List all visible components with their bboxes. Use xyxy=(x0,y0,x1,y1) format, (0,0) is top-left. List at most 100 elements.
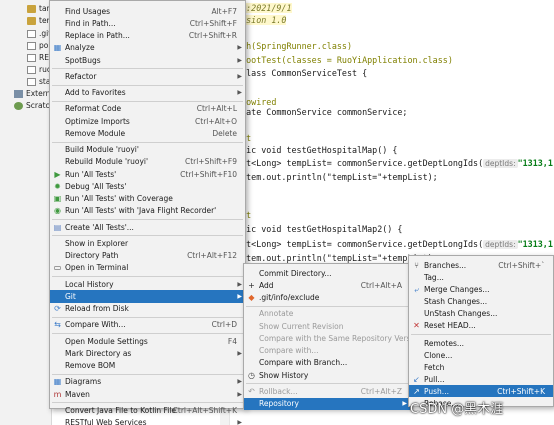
menu-item-run-all-tests-with-java-flight-recorder[interactable]: ◉ Run 'All Tests' with 'Java Flight Recor… xyxy=(50,205,245,217)
pull-icon: ↙ xyxy=(413,374,420,384)
menu-item-show-history[interactable]: ◷ Show History xyxy=(244,369,410,381)
menu-item-refactor[interactable]: Refactor ▶ xyxy=(50,70,245,82)
menu-item-find-in-path[interactable]: Find in Path... Ctrl+Shift+F xyxy=(50,17,245,29)
menu-item-open-module-settings[interactable]: Open Module Settings F4 xyxy=(50,335,245,347)
menu-item-rollback[interactable]: ↶ Rollback... Ctrl+Alt+Z xyxy=(244,385,410,397)
file-icon xyxy=(27,77,36,86)
menu-item-label: Run 'All Tests' xyxy=(65,169,117,179)
menu-item-optimize-imports[interactable]: Optimize Imports Ctrl+Alt+O xyxy=(50,115,245,127)
menu-item-compare-with-branch[interactable]: Compare with Branch... xyxy=(244,357,410,369)
menu-item-push[interactable]: ↗ Push... Ctrl+Shift+K xyxy=(409,385,553,398)
menu-item-compare-with[interactable]: Compare with... xyxy=(244,345,410,357)
menu-item-directory-path[interactable]: Directory Path Ctrl+Alt+F12 xyxy=(50,250,245,262)
menu-item-label: Compare With... xyxy=(65,320,126,330)
menu-item-repository[interactable]: Repository ▶ xyxy=(244,397,410,410)
code-text: ublic void testGetHospitalMap2() { xyxy=(231,224,403,234)
menu-item-label: Run 'All Tests' with 'Java Flight Record… xyxy=(65,206,217,216)
menu-item-shortcut: Ctrl+Shift+` xyxy=(498,260,545,270)
submenu-arrow-icon: ▶ xyxy=(237,89,242,97)
menu-item-remotes[interactable]: Remotes... xyxy=(409,337,553,349)
menu-item-analyze[interactable]: ▦ Analyze ▶ xyxy=(50,42,245,54)
menu-item-show-current-revision[interactable]: Show Current Revision xyxy=(244,320,410,332)
menu-item-label: Create 'All Tests'... xyxy=(65,222,134,232)
menu-item-branches[interactable]: ⑂ Branches... Ctrl+Shift+` xyxy=(409,259,553,271)
menu-item-shortcut: Ctrl+Alt+O xyxy=(195,116,237,126)
menu-item-merge-changes[interactable]: ⤶ Merge Changes... xyxy=(409,283,553,295)
menu-item-find-usages[interactable]: Find Usages Alt+F7 xyxy=(50,5,245,17)
menu-item-debug-all-tests[interactable]: ✹ Debug 'All Tests' xyxy=(50,180,245,192)
menu-item-label: Push... xyxy=(424,386,449,396)
submenu-arrow-icon: ▶ xyxy=(237,44,242,52)
menu-item-shortcut: Ctrl+D xyxy=(211,320,237,330)
menu-item-label: Optimize Imports xyxy=(65,116,130,126)
menu-item-mark-directory-as[interactable]: Mark Directory as ▶ xyxy=(50,347,245,359)
menu-item-annotate[interactable]: Annotate xyxy=(244,308,410,320)
menu-item-open-in-terminal[interactable]: ▭ Open in Terminal xyxy=(50,262,245,274)
menu-item-restful-web-services[interactable]: RESTful Web Services ▶ xyxy=(50,417,245,425)
menu-item-tag[interactable]: Tag... xyxy=(409,271,553,283)
menu-item-label: Maven xyxy=(65,389,90,399)
menu-item-label: Directory Path xyxy=(65,251,119,261)
menu-item-reload-from-disk[interactable]: ⟳ Reload from Disk xyxy=(50,303,245,315)
menu-item-unstash-changes[interactable]: UnStash Changes... xyxy=(409,307,553,319)
menu-item-add-to-favorites[interactable]: Add to Favorites ▶ xyxy=(50,87,245,99)
menu-item-remove-bom[interactable]: Remove BOM xyxy=(50,360,245,372)
create-config-icon: ▤ xyxy=(53,222,62,232)
menu-item-build-module-ruoyi[interactable]: Build Module 'ruoyi' xyxy=(50,144,245,156)
code-text: List<Long> tempList= commonService.getDe… xyxy=(231,158,484,168)
reset-icon: ✕ xyxy=(413,320,420,330)
code-line: List<Long> tempList= commonService.getDe… xyxy=(231,237,553,251)
menu-item-git-info-exclude[interactable]: ◆ .git/info/exclude xyxy=(244,292,410,304)
menu-item-shortcut: Delete xyxy=(212,128,237,138)
menu-item-label: Replace in Path... xyxy=(65,31,130,41)
menu-separator xyxy=(52,141,243,143)
menu-item-rebuild-module-ruoyi[interactable]: Rebuild Module 'ruoyi' Ctrl+Shift+F9 xyxy=(50,156,245,168)
menu-item-label: Reformat Code xyxy=(65,104,122,114)
menu-item-label: Clone... xyxy=(424,350,453,360)
menu-item-label: SpotBugs xyxy=(65,55,101,65)
menu-item-fetch[interactable]: Fetch xyxy=(409,361,553,373)
history-icon: ◷ xyxy=(248,370,255,380)
menu-item-create-all-tests[interactable]: ▤ Create 'All Tests'... xyxy=(50,221,245,233)
menu-separator xyxy=(52,276,243,277)
submenu-arrow-icon: ▶ xyxy=(237,56,242,64)
maven-icon: m xyxy=(53,389,62,399)
code-line: List<Long> tempList= commonService.getDe… xyxy=(231,156,553,170)
tree-item[interactable]: Scratche xyxy=(14,99,51,112)
menu-item-git[interactable]: Git ▶ xyxy=(50,290,245,303)
menu-item-remove-module[interactable]: Remove Module Delete xyxy=(50,127,245,139)
menu-item-stash-changes[interactable]: Stash Changes... xyxy=(409,295,553,307)
menu-item-maven[interactable]: m Maven ▶ xyxy=(50,388,245,400)
menu-item-reset-head[interactable]: ✕ Reset HEAD... xyxy=(409,319,553,331)
menu-item-reformat-code[interactable]: Reformat Code Ctrl+Alt+L xyxy=(50,103,245,115)
menu-item-shortcut: Ctrl+Alt+F12 xyxy=(187,251,237,261)
menu-item-show-in-explorer[interactable]: Show in Explorer xyxy=(50,237,245,249)
repository-submenu: ⑂ Branches... Ctrl+Shift+` Tag... ⤶ Merge Cha… xyxy=(408,255,554,408)
folder-icon xyxy=(27,16,36,25)
code-text: System.out.println("tempList="+tempList)… xyxy=(231,253,438,263)
menu-item-run-all-tests[interactable]: ▶ Run 'All Tests' Ctrl+Shift+F10 xyxy=(50,168,245,180)
menu-item-clone[interactable]: Clone... xyxy=(409,349,553,361)
menu-item-label: Stash Changes... xyxy=(424,296,488,306)
menu-item-label: Show History xyxy=(259,370,309,380)
menu-item-replace-in-path[interactable]: Replace in Path... Ctrl+Shift+R xyxy=(50,30,245,42)
menu-item-pull[interactable]: ↙ Pull... xyxy=(409,373,553,385)
menu-separator xyxy=(52,373,243,375)
menu-separator xyxy=(52,68,243,70)
menu-item-run-all-tests-with-coverage[interactable]: ▣ Run 'All Tests' with Coverage xyxy=(50,193,245,205)
menu-item-spotbugs[interactable]: SpotBugs ▶ xyxy=(50,54,245,66)
menu-item-local-history[interactable]: Local History ▶ xyxy=(50,278,245,290)
menu-separator xyxy=(52,402,243,404)
menu-item-compare-with-the-same-repository-version[interactable]: Compare with the Same Repository Version xyxy=(244,332,422,344)
menu-item-label: Reset HEAD... xyxy=(424,320,476,330)
menu-item-diagrams[interactable]: ▦ Diagrams ▶ xyxy=(50,376,245,388)
menu-item-commit-directory[interactable]: Commit Directory... xyxy=(244,267,410,279)
menu-item-label: Merge Changes... xyxy=(424,284,490,294)
code-string: "1313,1 xyxy=(517,158,553,168)
menu-item-convert-java-file-to-kotlin-file[interactable]: Convert Java File to Kotlin File Ctrl+Alt… xyxy=(50,404,245,416)
menu-item-label: Mark Directory as xyxy=(65,348,132,358)
code-line: ngBootTest(classes = RuoYiApplication.cl… xyxy=(231,53,453,67)
menu-item-add[interactable]: + Add Ctrl+Alt+A xyxy=(244,279,410,291)
menu-item-compare-with[interactable]: ⇆ Compare With... Ctrl+D xyxy=(50,319,245,331)
menu-item-label: Rollback... xyxy=(259,386,298,396)
